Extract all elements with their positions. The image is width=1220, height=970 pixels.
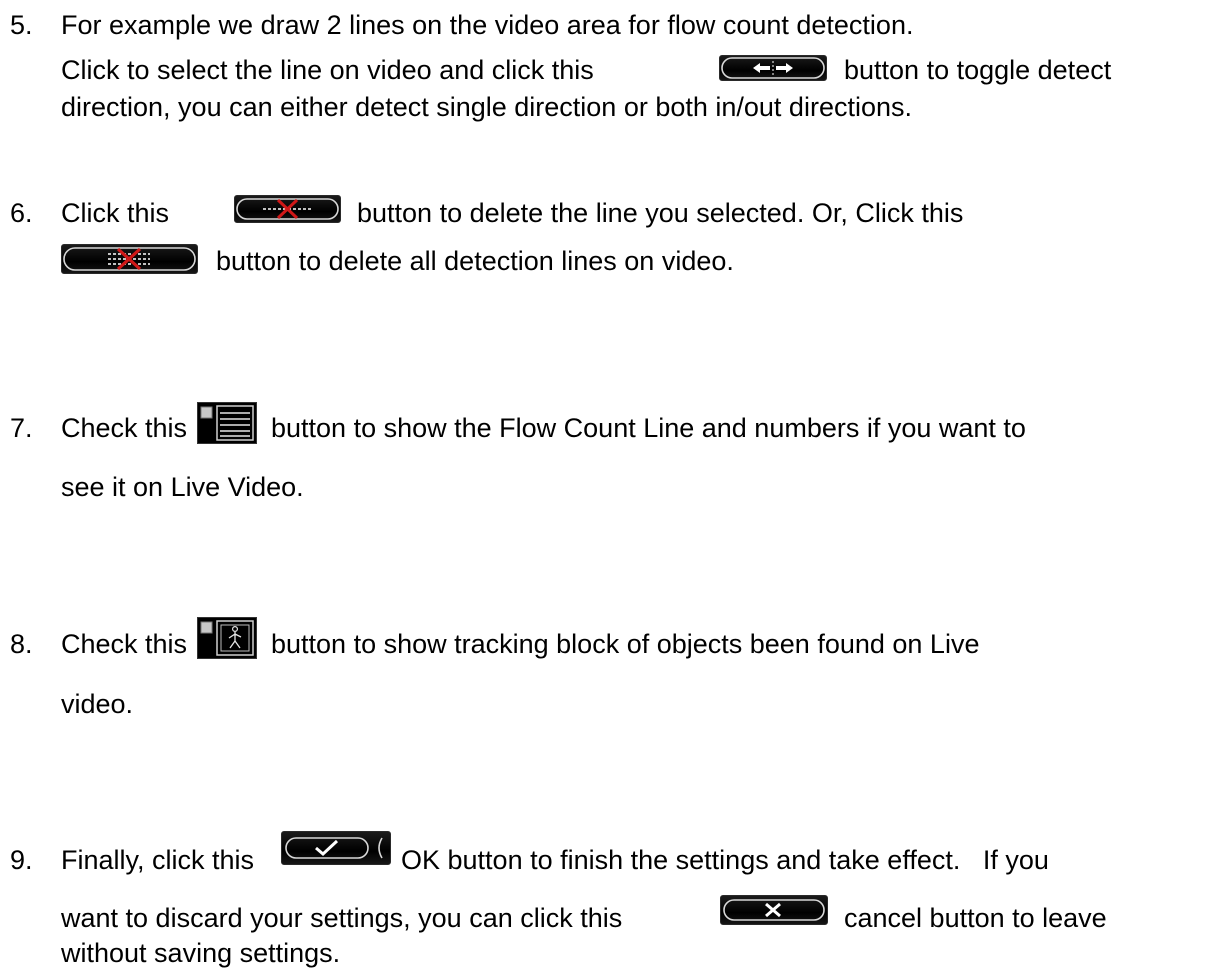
item-text: want to discard your settings, you can c… <box>61 903 623 933</box>
item-number: 8. <box>10 629 33 659</box>
item-text: Check this <box>61 629 188 659</box>
show-tracking-block-checkbox-icon <box>197 617 257 659</box>
item-text: video. <box>61 689 134 719</box>
item-text: without saving settings. <box>61 938 341 968</box>
item-text: cancel button to leave <box>844 903 1107 933</box>
item-text: button to show the Flow Count Line and n… <box>271 413 1026 443</box>
item-number: 9. <box>10 845 33 875</box>
delete-line-icon <box>234 195 341 223</box>
item-text: Click to select the line on video and cl… <box>61 55 594 85</box>
toggle-direction-icon <box>719 55 827 81</box>
show-flow-count-checkbox-icon <box>197 402 257 444</box>
item-text: button to delete all detection lines on … <box>216 246 734 276</box>
item-text: Check this <box>61 413 188 443</box>
ok-checkmark-icon <box>281 831 391 865</box>
delete-all-lines-icon <box>61 244 198 274</box>
cancel-x-icon <box>720 895 828 925</box>
item-text: see it on Live Video. <box>61 472 304 502</box>
item-text: Finally, click this <box>61 845 255 875</box>
item-text: button to show tracking block of objects… <box>271 629 980 659</box>
item-text: Click this <box>61 198 170 228</box>
item-text: OK button to finish the settings and tak… <box>401 845 1049 875</box>
item-text: button to toggle detect <box>844 55 1112 85</box>
item-number: 5. <box>10 10 33 40</box>
item-number: 6. <box>10 198 33 228</box>
item-text: button to delete the line you selected. … <box>357 198 964 228</box>
item-text: For example we draw 2 lines on the video… <box>61 10 914 40</box>
item-text: direction, you can either detect single … <box>61 92 912 122</box>
item-number: 7. <box>10 413 33 443</box>
